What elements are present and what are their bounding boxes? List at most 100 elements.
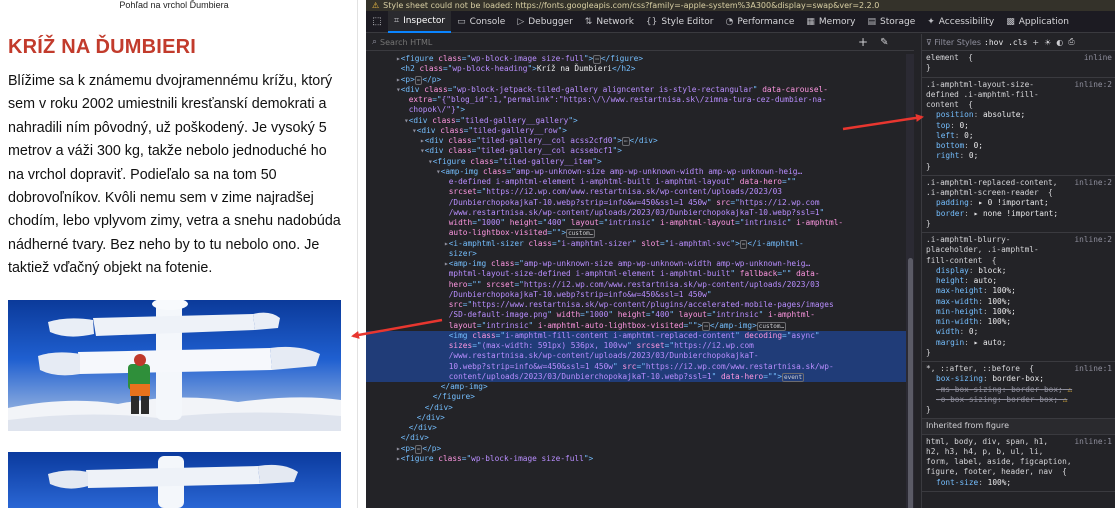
markup-node-line[interactable]: </div>: [366, 403, 906, 413]
property-name[interactable]: bottom: [936, 141, 964, 150]
property-value[interactable]: 100%;: [988, 478, 1011, 487]
property-name[interactable]: padding: [936, 198, 969, 207]
cross-photo-2[interactable]: [8, 452, 341, 508]
property-name[interactable]: -ms-box-sizing: [936, 385, 1002, 394]
pseudo-class-toggle[interactable]: :hov .cls: [984, 38, 1027, 47]
property-name[interactable]: width: [936, 327, 959, 336]
markup-scrollbar-thumb[interactable]: [908, 258, 913, 508]
markup-node-line[interactable]: ▸<i-amphtml-sizer class="i-amphtml-sizer…: [366, 239, 906, 249]
rule-source-link[interactable]: inline: [1084, 53, 1112, 63]
markup-badge[interactable]: ⋯: [621, 137, 630, 146]
tab-application[interactable]: ▩ Application: [1000, 11, 1075, 33]
print-icon[interactable]: ⎙: [1068, 37, 1074, 47]
tab-debugger[interactable]: ▷ Debugger: [511, 11, 578, 33]
markup-node-line[interactable]: content/uploads/2023/03/Dunbierchopokajk…: [366, 371, 906, 382]
property-value[interactable]: ▸ auto;: [974, 338, 1007, 347]
property-value[interactable]: auto;: [974, 276, 997, 285]
markup-node-line[interactable]: mphtml-layout-size-defined i-amphtml-ele…: [366, 269, 906, 279]
dark-theme-icon[interactable]: ◐: [1056, 38, 1063, 47]
rule-source-link[interactable]: inline:1: [1074, 437, 1112, 447]
property-value[interactable]: border-box;: [992, 374, 1044, 383]
markup-node-line[interactable]: extra="{"blog_id":1,"permalink":"https:\…: [366, 95, 906, 105]
css-declaration[interactable]: width: 0;: [926, 327, 1111, 337]
markup-node-line[interactable]: ▸<div class="tiled-gallery__col acss2cfd…: [366, 136, 906, 146]
css-declaration[interactable]: margin: ▸ auto;: [926, 338, 1111, 348]
css-declaration[interactable]: -o-box-sizing: border-box; ⚠: [926, 395, 1111, 405]
rule-source-link[interactable]: inline:2: [1074, 235, 1112, 245]
page-scrollbar[interactable]: [357, 0, 358, 508]
markup-node-line[interactable]: ▸<figure class="wp-block-image size-full…: [366, 54, 906, 64]
markup-node-line[interactable]: ▸<figure class="wp-block-image size-full…: [366, 454, 906, 464]
markup-node-line[interactable]: ▸<amp-img class="amp-wp-unknown-size amp…: [366, 259, 906, 269]
markup-badge[interactable]: event: [782, 372, 805, 382]
tab-storage[interactable]: ▤ Storage: [862, 11, 922, 33]
markup-node-line[interactable]: </amp-img>: [366, 382, 906, 392]
property-value[interactable]: ▸ 0 !important;: [978, 198, 1048, 207]
markup-node-line[interactable]: ▾<amp-img class="amp-wp-unknown-size amp…: [366, 167, 906, 177]
css-declaration[interactable]: right: 0;: [926, 151, 1111, 161]
property-name[interactable]: left: [936, 131, 955, 140]
property-value[interactable]: block;: [978, 266, 1006, 275]
css-declaration[interactable]: position: absolute;: [926, 110, 1111, 120]
markup-node-line[interactable]: chopok\/"}">: [366, 105, 906, 115]
eyedropper-icon[interactable]: ✎: [880, 37, 888, 48]
tab-style-editor[interactable]: {} Style Editor: [640, 11, 720, 33]
property-name[interactable]: min-width: [936, 317, 978, 326]
warning-icon[interactable]: ⚠: [1063, 385, 1072, 394]
add-node-icon[interactable]: +: [858, 35, 868, 49]
markup-badge[interactable]: ⋯: [593, 55, 601, 64]
css-declaration[interactable]: top: 0;: [926, 121, 1111, 131]
tab-performance[interactable]: ◔ Performance: [719, 11, 800, 33]
markup-node-line[interactable]: /SD-default-image.png" width="1000" heig…: [366, 310, 906, 320]
search-html-input[interactable]: [380, 37, 851, 47]
property-name[interactable]: position: [936, 110, 974, 119]
markup-node-line[interactable]: ▾<div class="tiled-gallery__gallery">: [366, 116, 906, 126]
markup-node-line[interactable]: 10.webp?strip=info&w=450&ssl=1 450w" src…: [366, 361, 906, 372]
markup-node-line[interactable]: srcset="https://i2.wp.com/www.restartnis…: [366, 187, 906, 197]
cross-photo[interactable]: [8, 300, 341, 431]
markup-node-line[interactable]: ▸<p> ⋯ </p>: [366, 75, 906, 85]
css-declaration[interactable]: -ms-box-sizing: border-box; ⚠: [926, 385, 1111, 395]
property-name[interactable]: right: [936, 151, 959, 160]
markup-node-line[interactable]: <img class="i-amphtml-fill-content i-amp…: [366, 330, 906, 341]
property-value[interactable]: 100%;: [992, 307, 1015, 316]
property-name[interactable]: display: [936, 266, 969, 275]
markup-node-line[interactable]: sizes="(max-width: 591px) 536px, 100vw" …: [366, 341, 906, 352]
css-declaration[interactable]: padding: ▸ 0 !important;: [926, 198, 1111, 208]
css-declaration[interactable]: font-size: 100%;: [926, 478, 1111, 488]
rule-source-link[interactable]: inline:2: [1074, 80, 1112, 90]
css-declaration[interactable]: max-height: 100%;: [926, 286, 1111, 296]
property-name[interactable]: box-sizing: [936, 374, 983, 383]
css-declaration[interactable]: box-sizing: border-box;: [926, 374, 1111, 384]
markup-badge[interactable]: ⋯: [702, 321, 710, 331]
property-value[interactable]: absolute;: [983, 110, 1025, 119]
property-name[interactable]: max-height: [936, 286, 983, 295]
markup-node-line[interactable]: ▾<div class="wp-block-jetpack-tiled-gall…: [366, 85, 906, 95]
property-value[interactable]: border-box;: [1011, 385, 1063, 394]
markup-node-line[interactable]: e-defined i-amphtml-element i-amphtml-bu…: [366, 177, 906, 187]
warning-icon[interactable]: ⚠: [1058, 395, 1068, 404]
property-value[interactable]: ▸ none !important;: [974, 209, 1059, 218]
element-picker-icon[interactable]: ⬚: [366, 11, 388, 33]
css-declaration[interactable]: border: ▸ none !important;: [926, 209, 1111, 219]
css-declaration[interactable]: min-height: 100%;: [926, 307, 1111, 317]
css-declaration[interactable]: min-width: 100%;: [926, 317, 1111, 327]
property-value[interactable]: 100%;: [992, 286, 1015, 295]
css-declaration[interactable]: max-width: 100%;: [926, 297, 1111, 307]
markup-node-line[interactable]: ▾<div class="tiled-gallery__row">: [366, 126, 906, 136]
markup-badge[interactable]: custom…: [756, 321, 787, 331]
property-value[interactable]: 0;: [969, 327, 978, 336]
property-name[interactable]: border: [936, 209, 964, 218]
markup-badge[interactable]: custom…: [566, 229, 596, 239]
markup-node-line[interactable]: sizer>: [366, 249, 906, 259]
tab-accessibility[interactable]: ✦ Accessibility: [921, 11, 1000, 33]
markup-node-line[interactable]: layout="intrinsic" i-amphtml-auto-lightb…: [366, 321, 906, 331]
property-value[interactable]: 0;: [974, 141, 983, 150]
markup-node-line[interactable]: </figure>: [366, 392, 906, 402]
markup-node-line[interactable]: /www.restartnisa.sk/wp-content/uploads/2…: [366, 351, 906, 362]
property-value[interactable]: 100%;: [988, 297, 1011, 306]
markup-node-line[interactable]: hero="" srcset="https://i2.wp.com/www.re…: [366, 280, 906, 290]
markup-node-line[interactable]: auto-lightbox-visited=""> custom…: [366, 228, 906, 239]
property-name[interactable]: min-height: [936, 307, 983, 316]
property-value[interactable]: 0;: [969, 151, 978, 160]
